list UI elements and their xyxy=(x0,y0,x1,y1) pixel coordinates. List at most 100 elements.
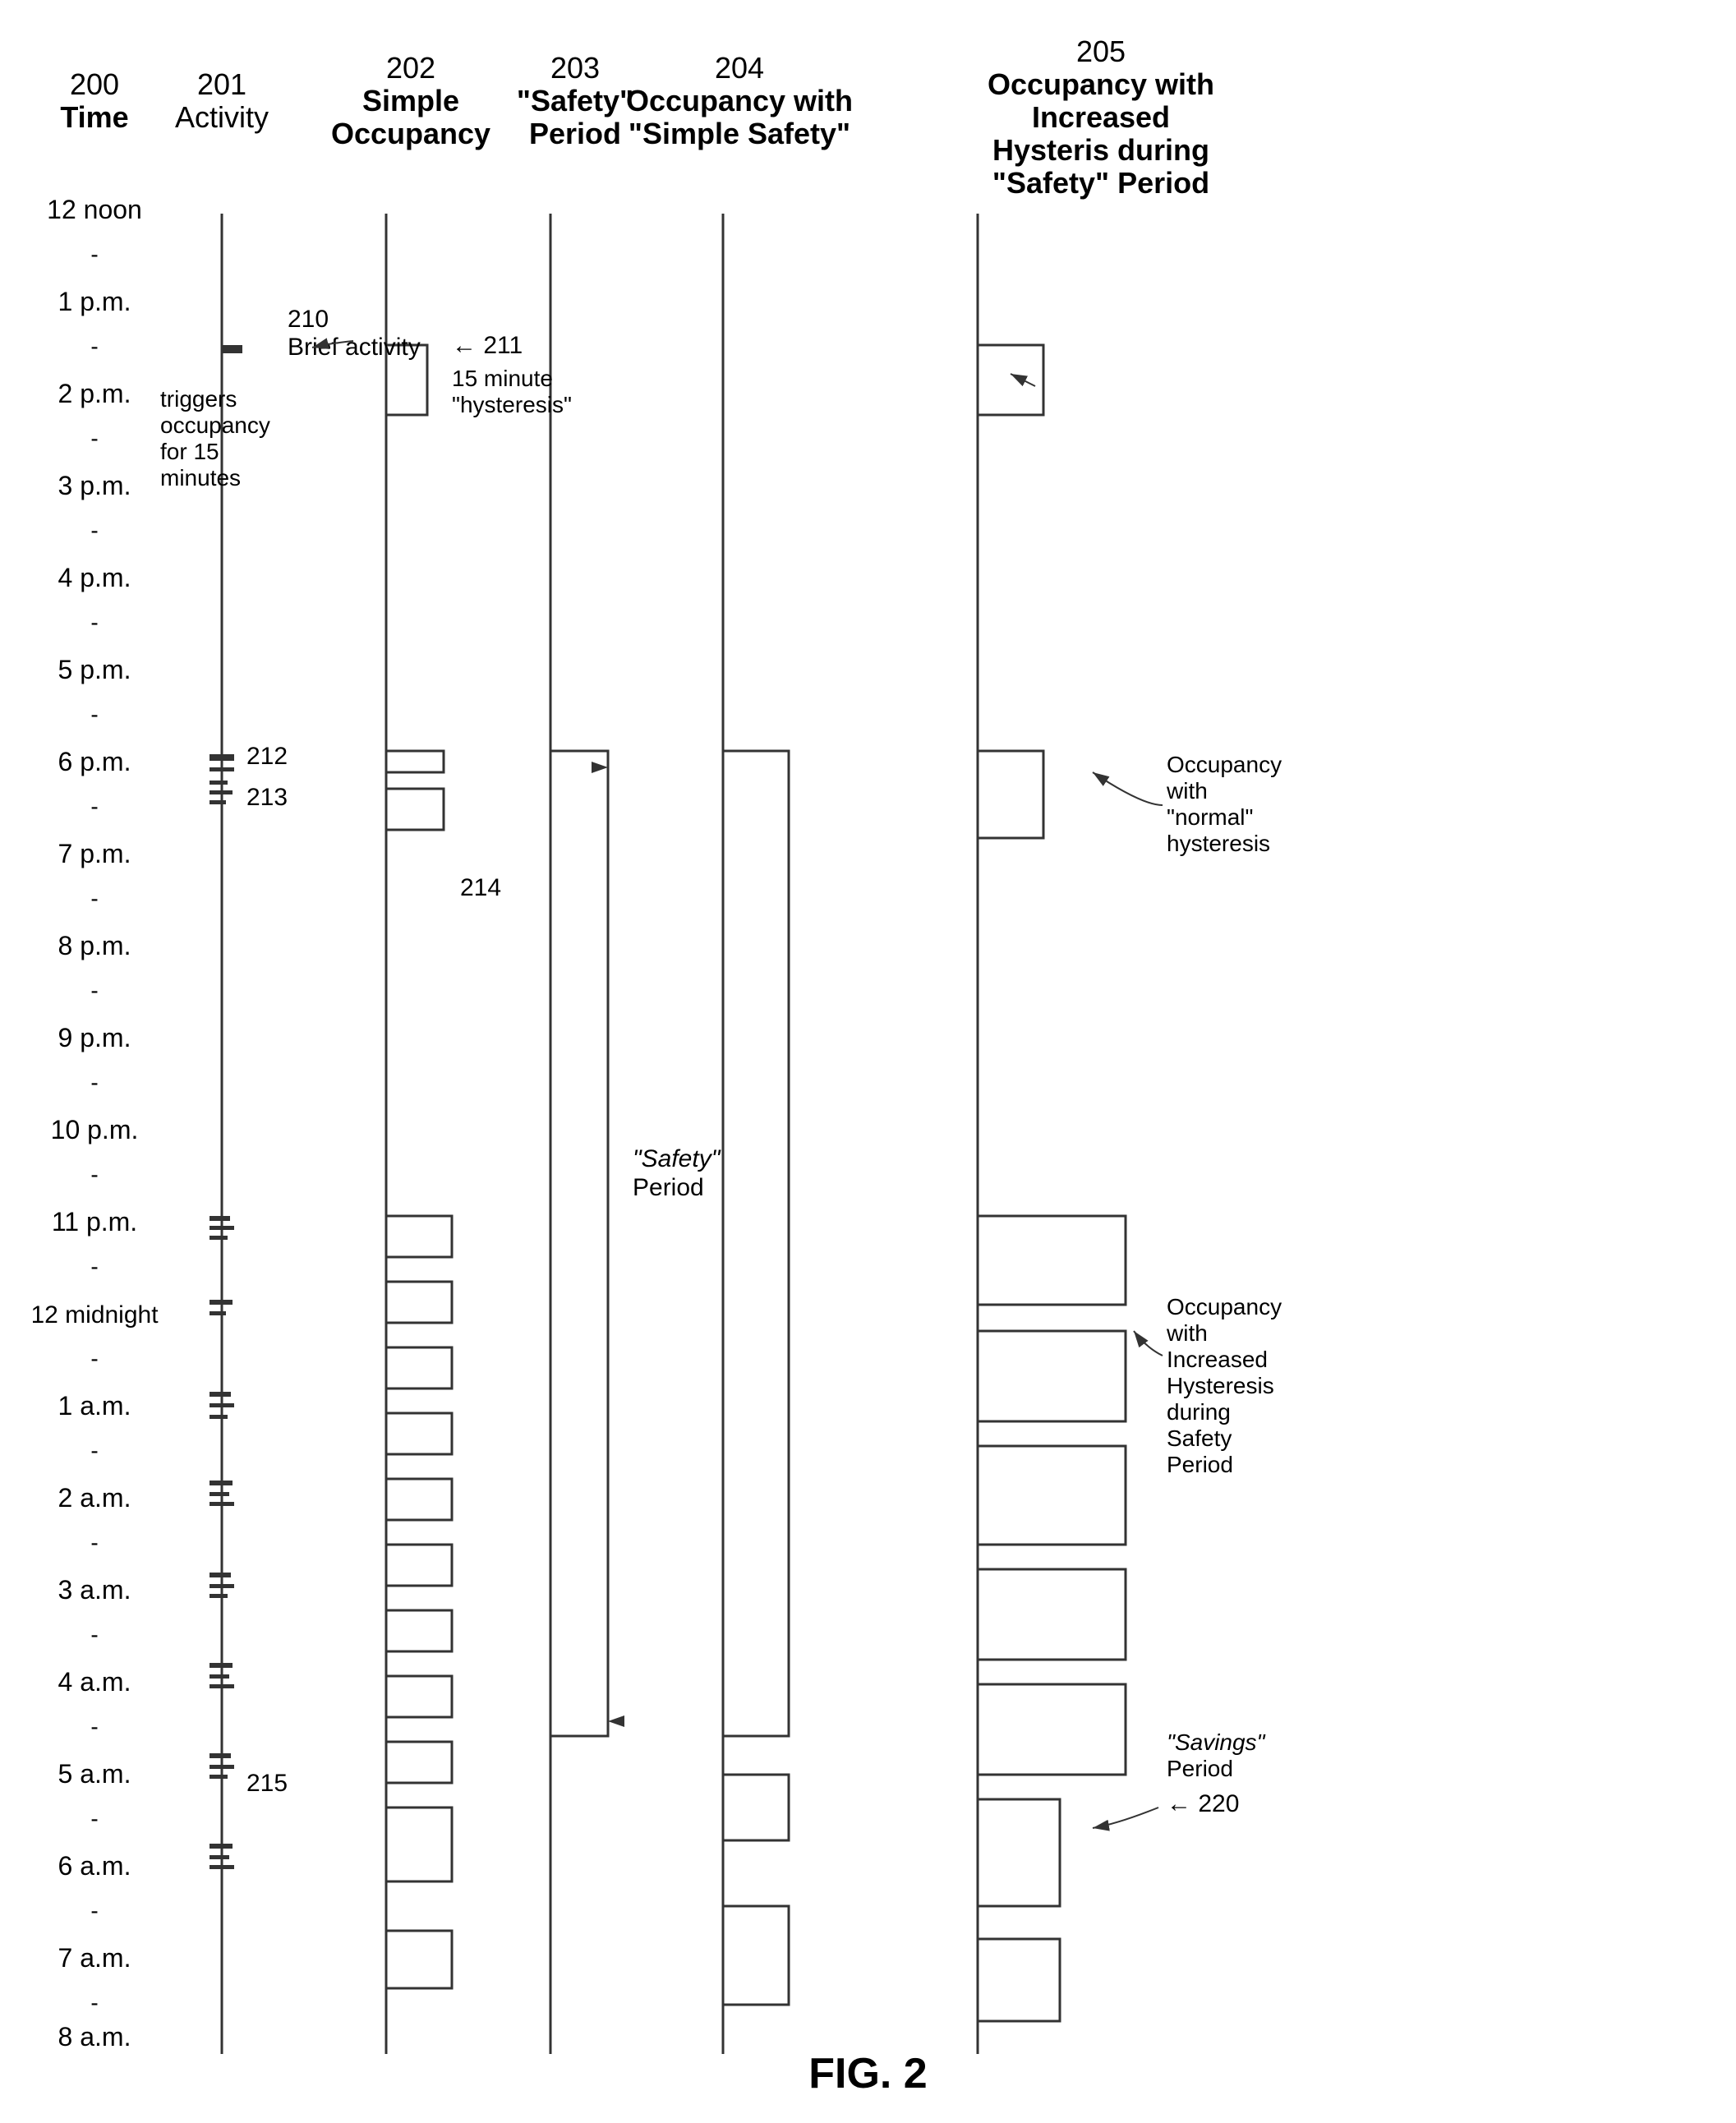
time-2pm: 2 p.m. xyxy=(58,379,131,408)
label-inc-hyst-1: Occupancy xyxy=(1167,1294,1282,1319)
label-211-15min: 15 minute xyxy=(452,366,553,391)
label-savings-2: Period xyxy=(1167,1756,1233,1781)
activity-213a xyxy=(210,781,228,785)
time-dash-20: - xyxy=(90,1990,98,2015)
label-safety-period-text: Period xyxy=(633,1174,704,1201)
diagram-container: 200 Time 201 Activity 202 Simple Occupan… xyxy=(33,33,1703,2074)
act-11pm-2 xyxy=(210,1226,234,1230)
label-inc-hyst-2: with xyxy=(1166,1320,1208,1346)
arrow-normal-hyst xyxy=(1093,772,1163,805)
time-5pm: 5 p.m. xyxy=(58,655,131,684)
col-204-occupancy: Occupancy with xyxy=(626,84,853,117)
label-savings-1: "Savings" xyxy=(1167,1729,1266,1755)
label-213: 213 xyxy=(246,784,288,811)
time-dash-11: - xyxy=(90,1162,98,1187)
label-inc-hyst-3: Increased xyxy=(1167,1347,1268,1372)
time-dash-8: - xyxy=(90,886,98,911)
occ-202-11pm xyxy=(386,1216,452,1257)
col-202-simple: Simple xyxy=(362,84,459,117)
occ-202-7pm xyxy=(386,789,444,830)
label-inc-hyst-4: Hysteresis xyxy=(1167,1373,1274,1398)
label-normal-hyst-1: Occupancy xyxy=(1167,752,1282,777)
col-204-label: 204 xyxy=(715,51,764,85)
col-201-label: 201 xyxy=(197,67,246,101)
label-211-hyst: "hysteresis" xyxy=(452,392,572,417)
time-9pm: 9 p.m. xyxy=(58,1023,131,1052)
label-normal-hyst-4: hysteresis xyxy=(1167,831,1270,856)
inc-hyst-11pm xyxy=(978,1216,1126,1305)
arrow-220 xyxy=(1093,1808,1158,1828)
label-211: ← 211 xyxy=(452,332,523,359)
time-4pm: 4 p.m. xyxy=(58,563,131,592)
activity-212b xyxy=(210,767,234,771)
time-3am: 3 a.m. xyxy=(58,1575,131,1605)
col-205-line1: Occupancy with xyxy=(988,67,1214,101)
time-dash-10: - xyxy=(90,1070,98,1095)
occ-202-6am xyxy=(386,1808,452,1881)
time-1pm: 1 p.m. xyxy=(58,287,131,316)
act-4am-2 xyxy=(210,1674,229,1679)
col-200-time: Time xyxy=(60,100,128,134)
inc-hyst-midnight xyxy=(978,1331,1126,1421)
activity-212 xyxy=(210,754,234,761)
safety-period-block xyxy=(550,751,608,1736)
label-triggers: triggers xyxy=(160,386,237,412)
act-1am-3 xyxy=(210,1415,228,1419)
time-dash-19: - xyxy=(90,1898,98,1923)
act-6am-3 xyxy=(210,1865,234,1869)
col-203-label: 203 xyxy=(550,51,600,85)
time-dash-7: - xyxy=(90,794,98,819)
ss-block-7am xyxy=(723,1906,789,2005)
occ-202-5am xyxy=(386,1676,452,1717)
occ-202-7am xyxy=(386,1931,452,1988)
act-1am-2 xyxy=(210,1403,234,1407)
col-205-line2: Increased xyxy=(1032,100,1170,134)
time-7pm: 7 p.m. xyxy=(58,839,131,868)
arrow-inc-hyst xyxy=(1134,1331,1163,1356)
inc-hyst-1am xyxy=(978,1446,1126,1545)
col-203-safety: "Safety" xyxy=(517,84,633,117)
time-dash-1: - xyxy=(90,242,98,267)
time-dash-5: - xyxy=(90,610,98,635)
col-200-label: 200 xyxy=(70,67,119,101)
label-for15: for 15 xyxy=(160,439,219,464)
time-12midnight: 12 midnight xyxy=(33,1301,159,1329)
occ-202-6pm xyxy=(386,751,444,772)
act-mid-1 xyxy=(210,1300,233,1305)
act-4am-1 xyxy=(210,1663,233,1668)
col-203-period: Period xyxy=(529,117,621,150)
time-dash-12: - xyxy=(90,1254,98,1279)
time-4am: 4 a.m. xyxy=(58,1667,131,1697)
label-brief: Brief activity xyxy=(288,334,421,361)
label-220: ← 220 xyxy=(1167,1790,1239,1817)
act-5am-1 xyxy=(210,1753,231,1758)
activity-213b xyxy=(210,790,233,794)
time-8am: 8 a.m. xyxy=(58,2022,131,2052)
time-3pm: 3 p.m. xyxy=(58,471,131,500)
act-2am-2 xyxy=(210,1492,229,1496)
label-inc-hyst-5: during xyxy=(1167,1399,1231,1425)
activity-tick-210 xyxy=(222,345,242,353)
time-dash-18: - xyxy=(90,1806,98,1831)
col-204-simple-safety: "Simple Safety" xyxy=(629,117,850,150)
ss-block-6am xyxy=(723,1775,789,1840)
time-dash-16: - xyxy=(90,1622,98,1647)
time-dash-15: - xyxy=(90,1530,98,1555)
time-dash-13: - xyxy=(90,1346,98,1371)
label-normal-hyst-3: "normal" xyxy=(1167,804,1253,830)
act-11pm-3 xyxy=(210,1236,228,1240)
figure-label: FIG. 2 xyxy=(808,2049,927,2098)
label-212: 212 xyxy=(246,743,288,770)
time-7am: 7 a.m. xyxy=(58,1943,131,1973)
act-3am-2 xyxy=(210,1584,234,1588)
occ-202-4am xyxy=(386,1610,452,1651)
inc-hyst-6pm xyxy=(978,751,1043,838)
act-6am-1 xyxy=(210,1844,233,1849)
label-occupancy: occupancy xyxy=(160,412,270,438)
occ-202-2am xyxy=(386,1479,452,1520)
time-1am: 1 a.m. xyxy=(58,1391,131,1421)
col-205-line3: Hysteris during xyxy=(992,133,1209,167)
savings-7am xyxy=(978,1939,1060,2021)
act-3am-1 xyxy=(210,1573,231,1577)
label-215: 215 xyxy=(246,1770,288,1797)
